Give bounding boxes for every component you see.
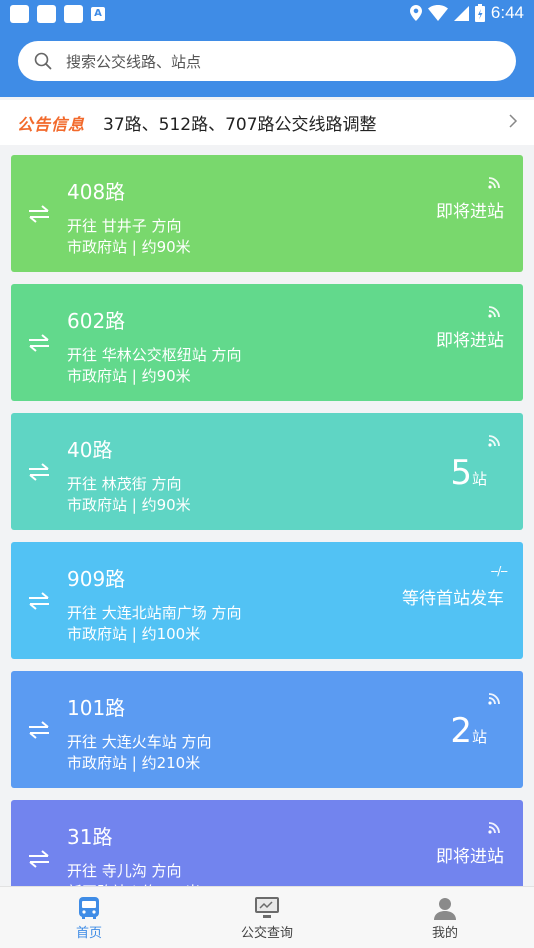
route-name: 40路 [67,438,113,462]
wifi-icon [427,5,448,21]
stop-distance: 市政府站 | 约90米 [67,238,191,256]
route-direction: 开往 大连火车站 方向 [67,733,212,751]
status-bar: A 6:44 [0,0,534,27]
search-icon [34,52,52,70]
notice-bar[interactable]: 公告信息 37路、512路、707路公交线路调整 [0,100,534,145]
bus-icon [79,897,99,919]
realtime-signal-icon [488,693,500,705]
notification-square-icon [10,5,29,23]
route-direction: 开往 寺儿沟 方向 [67,862,182,880]
bottom-tab-bar: 首页 公交查询 我的 [0,886,534,948]
route-name: 101路 [67,696,126,720]
notification-icons: A [10,5,105,23]
user-icon [434,898,456,920]
chevron-right-icon [509,114,518,128]
search-placeholder: 搜索公交线路、站点 [66,52,202,71]
arrival-status: 等待首站发车 [402,589,504,609]
realtime-signal-icon [488,435,500,447]
route-card[interactable]: 101路 开往 大连火车站 方向 市政府站 | 约210米 2站 [11,671,523,788]
stop-distance: 市政府站 | 约90米 [67,367,191,385]
route-direction: 开往 华林公交枢纽站 方向 [67,346,242,364]
swap-direction-icon[interactable] [28,592,50,610]
notice-text: 37路、512路、707路公交线路调整 [103,115,377,135]
stops-away-number: 2 [450,711,472,751]
route-direction: 开往 甘井子 方向 [67,217,182,235]
route-name: 31路 [67,825,113,849]
notification-square-icon [64,5,83,23]
notification-square-icon [37,5,56,23]
swap-direction-icon[interactable] [28,721,50,739]
app-header: 搜索公交线路、站点 [0,27,534,97]
stop-distance: 市政府站 | 约210米 [67,754,201,772]
tab-home[interactable]: 首页 [0,887,178,948]
route-name: 909路 [67,567,126,591]
clock: 6:44 [490,3,524,22]
swap-direction-icon[interactable] [28,463,50,481]
route-direction: 开往 林茂街 方向 [67,475,182,493]
swap-direction-icon[interactable] [28,850,50,868]
search-input[interactable]: 搜索公交线路、站点 [18,41,516,81]
monitor-icon [255,897,279,918]
route-card[interactable]: 602路 开往 华林公交枢纽站 方向 市政府站 | 约90米 即将进站 [11,284,523,401]
stops-away-unit: 站 [471,470,487,488]
tab-bus-query[interactable]: 公交查询 [178,887,356,948]
route-card[interactable]: 40路 开往 林茂街 方向 市政府站 | 约90米 5站 [11,413,523,530]
swap-direction-icon[interactable] [28,205,50,223]
route-card[interactable]: 408路 开往 甘井子 方向 市政府站 | 约90米 即将进站 [11,155,523,272]
arrival-status: 即将进站 [436,331,504,351]
route-name: 408路 [67,180,126,204]
stops-away-number: 5 [450,453,472,493]
stops-away: 2站 [450,711,487,751]
location-icon [409,5,422,21]
realtime-signal-icon [488,822,500,834]
route-name: 602路 [67,309,126,333]
stops-away: 5站 [450,453,487,493]
stops-away-unit: 站 [471,728,487,746]
tab-profile[interactable]: 我的 [356,887,534,948]
no-data-indicator: --/-- [490,564,508,578]
stop-distance: 市政府站 | 约100米 [67,625,201,643]
notice-tag: 公告信息 [17,114,86,134]
swap-direction-icon[interactable] [28,334,50,352]
arrival-status: 即将进站 [436,202,504,222]
arrival-status: 即将进站 [436,847,504,867]
battery-icon [474,4,485,22]
system-indicators: 6:44 [409,3,524,23]
app-notification-icon: A [91,7,105,21]
tab-label: 首页 [75,926,102,941]
tab-label: 公交查询 [240,926,293,941]
realtime-signal-icon [488,177,500,189]
stop-distance: 市政府站 | 约90米 [67,496,191,514]
tab-label: 我的 [431,926,458,941]
route-direction: 开往 大连北站南广场 方向 [67,604,242,622]
route-card[interactable]: 909路 开往 大连北站南广场 方向 市政府站 | 约100米 --/-- 等待… [11,542,523,659]
cell-signal-icon [453,5,469,21]
realtime-signal-icon [488,306,500,318]
